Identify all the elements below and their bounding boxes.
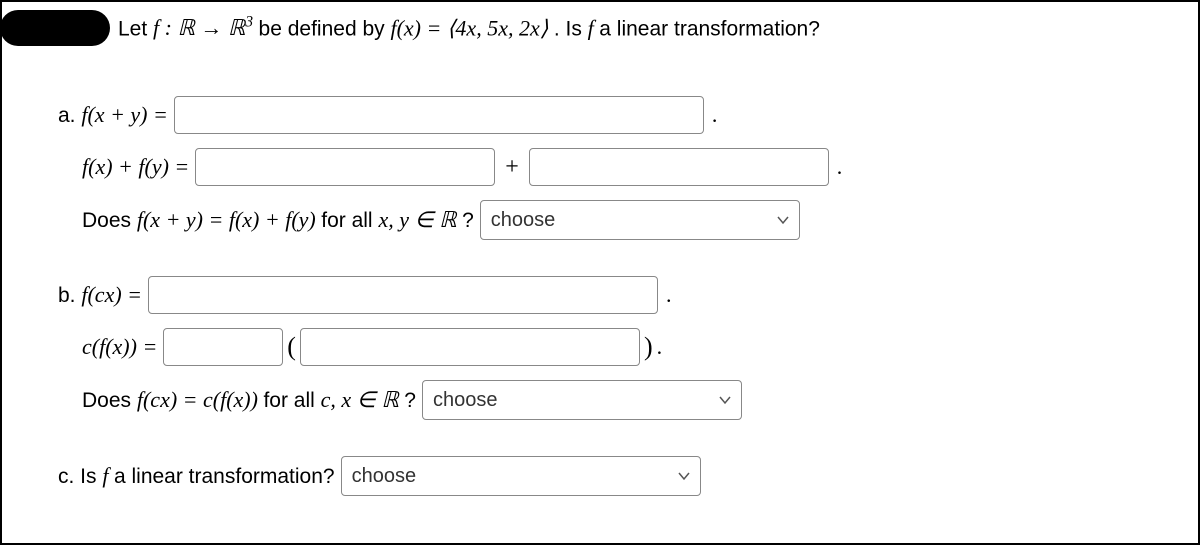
part-a-question: Does f(x + y) = f(x) + f(y) for all x, y… bbox=[82, 200, 1142, 240]
select-b-wrap: choose bbox=[422, 380, 742, 420]
part-a-lhs2: f(x) + f(y) = bbox=[82, 154, 189, 180]
prompt-fx: f(x) = ⟨4x, 5x, 2x⟩ bbox=[390, 15, 548, 40]
prompt-fdef: f : ℝ → ℝ3 bbox=[153, 15, 259, 40]
input-b-c[interactable] bbox=[163, 328, 283, 366]
question-page: Let f : ℝ → ℝ3 be defined by f(x) = ⟨4x,… bbox=[0, 0, 1200, 545]
plus-sign: + bbox=[505, 154, 519, 181]
prompt-text-pre: Let bbox=[118, 17, 153, 40]
redaction-block bbox=[0, 10, 110, 46]
part-b-qtext: Does f(cx) = c(f(x)) for all c, x ∈ ℝ ? bbox=[82, 387, 416, 413]
input-b-fcx[interactable] bbox=[148, 276, 658, 314]
right-paren: ) bbox=[644, 332, 653, 362]
part-b-line1: b. f(cx) = . bbox=[58, 276, 1142, 314]
part-a-line1: a. f(x + y) = . bbox=[58, 96, 1142, 134]
prompt-text-post: . Is bbox=[554, 17, 588, 40]
part-c-question: c. Is f a linear transformation? choose bbox=[58, 456, 1142, 496]
select-c-wrap: choose bbox=[341, 456, 701, 496]
prompt-text-tail: a linear transformation? bbox=[599, 17, 820, 40]
left-paren: ( bbox=[287, 332, 296, 362]
part-b-lhs2: c(f(x)) = bbox=[82, 334, 157, 360]
input-a-fxy[interactable] bbox=[174, 96, 704, 134]
select-b[interactable]: choose bbox=[422, 380, 742, 420]
dot: . bbox=[666, 282, 672, 308]
select-c[interactable]: choose bbox=[341, 456, 701, 496]
part-b-line2: c(f(x)) = ( ) . bbox=[82, 328, 1142, 366]
part-a-label: a. f(x + y) = bbox=[58, 102, 168, 128]
select-a[interactable]: choose bbox=[480, 200, 800, 240]
input-a-fy[interactable] bbox=[529, 148, 829, 186]
input-a-fx[interactable] bbox=[195, 148, 495, 186]
part-a-line2: f(x) + f(y) = + . bbox=[82, 148, 1142, 186]
dot: . bbox=[837, 154, 843, 180]
part-b-question: Does f(cx) = c(f(x)) for all c, x ∈ ℝ ? … bbox=[82, 380, 1142, 420]
dot: . bbox=[712, 102, 718, 128]
select-a-wrap: choose bbox=[480, 200, 800, 240]
prompt-text-mid: be defined by bbox=[259, 17, 391, 40]
part-c-text: c. Is f a linear transformation? bbox=[58, 463, 335, 489]
input-b-fx[interactable] bbox=[300, 328, 640, 366]
prompt-fname: f bbox=[588, 15, 594, 40]
dot: . bbox=[657, 334, 663, 360]
part-a-qtext: Does f(x + y) = f(x) + f(y) for all x, y… bbox=[82, 207, 474, 233]
question-prompt: Let f : ℝ → ℝ3 be defined by f(x) = ⟨4x,… bbox=[118, 14, 1142, 41]
part-b-label: b. f(cx) = bbox=[58, 282, 142, 308]
